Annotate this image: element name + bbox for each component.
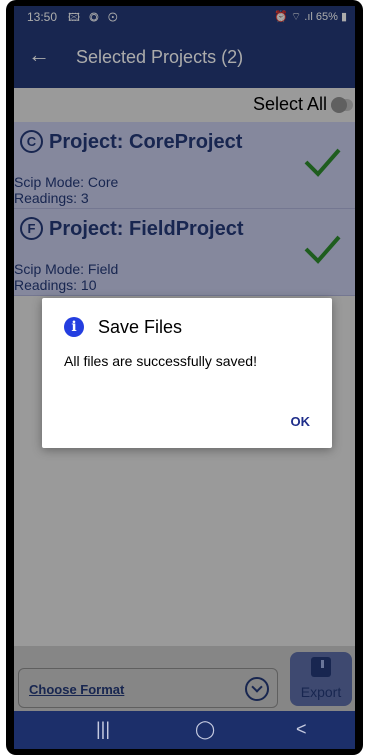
phone-frame: 13:50 🖾 ◎ ⊙ ⏰ ⌔ .ıl 65% ▮ ← Selected Pro… [6, 0, 363, 755]
home-button[interactable]: ◯ [195, 719, 215, 740]
screen: 13:50 🖾 ◎ ⊙ ⏰ ⌔ .ıl 65% ▮ ← Selected Pro… [14, 6, 355, 749]
info-icon: i [64, 317, 84, 337]
back-button[interactable]: < [296, 719, 307, 740]
system-nav-bar: ||| ◯ < [14, 711, 355, 749]
recent-apps-button[interactable]: ||| [96, 719, 110, 740]
dialog-title: Save Files [98, 317, 183, 337]
dialog-message: All files are successfully saved! [64, 353, 257, 369]
save-files-dialog: i Save Files All files are successfully … [42, 298, 332, 448]
ok-button[interactable]: OK [291, 414, 311, 429]
